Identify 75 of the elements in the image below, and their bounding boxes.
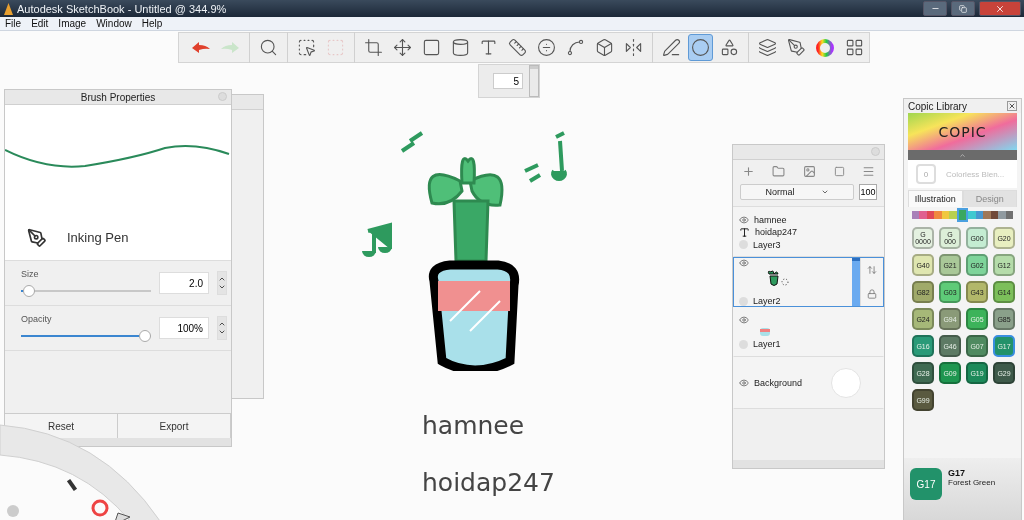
panel-title: Copic Library xyxy=(908,100,967,112)
window-title: Autodesk SketchBook - Untitled @ 344.9% xyxy=(17,2,228,15)
maximize-button[interactable] xyxy=(951,1,975,16)
spinner-button[interactable] xyxy=(217,271,227,295)
menu-item[interactable]: File xyxy=(5,18,22,29)
menu-item[interactable]: Help xyxy=(141,18,163,29)
background-thumbnail xyxy=(831,368,861,398)
pen-nib-icon xyxy=(27,227,47,248)
brush-size-slider[interactable] xyxy=(529,65,539,97)
layer-row[interactable]: Background xyxy=(733,357,884,409)
layer-row[interactable]: hamnee hoidap247 Layer3 xyxy=(733,207,884,257)
brush-name: Inking Pen xyxy=(67,230,129,245)
add-icon[interactable] xyxy=(741,164,755,178)
menu-item[interactable]: Image xyxy=(58,18,87,29)
color-wheel-icon[interactable] xyxy=(91,499,109,517)
value-field[interactable]: 2.0 xyxy=(159,272,209,294)
menu-item[interactable]: Edit xyxy=(31,18,49,29)
layer-name[interactable]: Layer2 xyxy=(753,296,781,306)
brush-size-field[interactable]: 5 xyxy=(493,73,523,89)
arrow-icon[interactable] xyxy=(113,512,131,520)
canvas-text: hoidap247 xyxy=(422,468,555,497)
menu-item[interactable]: Window xyxy=(96,18,132,29)
canvas-text: hamnee xyxy=(422,411,525,440)
up-caret-icon xyxy=(218,320,226,328)
down-caret-icon xyxy=(218,328,226,336)
opacity-field[interactable]: 100 xyxy=(859,184,877,200)
layer-row[interactable]: Layer1 xyxy=(733,307,884,357)
hue-chip[interactable] xyxy=(1005,211,1014,219)
blender-name: Colorless Blen... xyxy=(946,169,1005,179)
text-layer-name[interactable]: hamnee xyxy=(754,214,787,225)
layer-name[interactable]: Background xyxy=(754,378,803,388)
value-field[interactable]: 100% xyxy=(159,317,209,339)
panel-title: Brush Properties xyxy=(80,91,156,103)
restore-icon xyxy=(959,4,967,13)
folder-icon[interactable] xyxy=(772,164,786,178)
lock-icon[interactable] xyxy=(867,289,877,299)
slider-fill[interactable] xyxy=(530,69,538,96)
hue-chip[interactable] xyxy=(975,211,984,219)
tab[interactable]: Illustration xyxy=(908,190,963,207)
eye-icon[interactable] xyxy=(739,214,749,225)
slider-label: Size xyxy=(21,269,40,279)
down-caret-icon xyxy=(218,283,226,291)
app-icon xyxy=(4,2,13,15)
resize-grip[interactable] xyxy=(733,460,884,468)
up-caret-icon xyxy=(218,275,226,283)
layer-name[interactable]: Layer3 xyxy=(753,239,781,250)
hue-chip[interactable] xyxy=(990,211,999,219)
menu-icon[interactable] xyxy=(862,164,876,178)
layer-row[interactable]: Layer2 xyxy=(733,257,884,307)
spinner-button[interactable] xyxy=(217,316,227,340)
text-icon xyxy=(739,226,750,238)
text-layer-name[interactable]: hoidap247 xyxy=(755,227,798,237)
reorder-icon[interactable] xyxy=(867,265,877,275)
layer-dot[interactable] xyxy=(739,296,748,306)
slider-label: Opacity xyxy=(21,314,53,324)
close-icon xyxy=(995,3,1005,14)
layer-thumbnail xyxy=(759,327,771,337)
current-swatch: G17 xyxy=(910,468,942,500)
image-icon[interactable] xyxy=(803,164,816,178)
layer-name[interactable]: Layer1 xyxy=(753,339,781,349)
color-name: Forest Green xyxy=(948,478,996,487)
slider-thumb[interactable] xyxy=(23,285,36,297)
merge-icon[interactable] xyxy=(833,165,845,177)
slider-thumb[interactable] xyxy=(139,330,151,342)
close-icon[interactable] xyxy=(1007,101,1017,111)
hue-chip[interactable] xyxy=(956,208,969,222)
color-code: G17 xyxy=(948,468,966,478)
eye-icon[interactable] xyxy=(739,315,749,325)
brush-icon[interactable] xyxy=(66,478,78,492)
logo-text: COPIC xyxy=(938,123,987,140)
caret-icon xyxy=(820,188,829,196)
eye-icon[interactable] xyxy=(739,378,749,388)
panel-button[interactable]: Export xyxy=(118,414,231,438)
eye-icon[interactable] xyxy=(739,258,749,268)
blend-mode-dropdown[interactable]: Normal xyxy=(740,184,854,200)
